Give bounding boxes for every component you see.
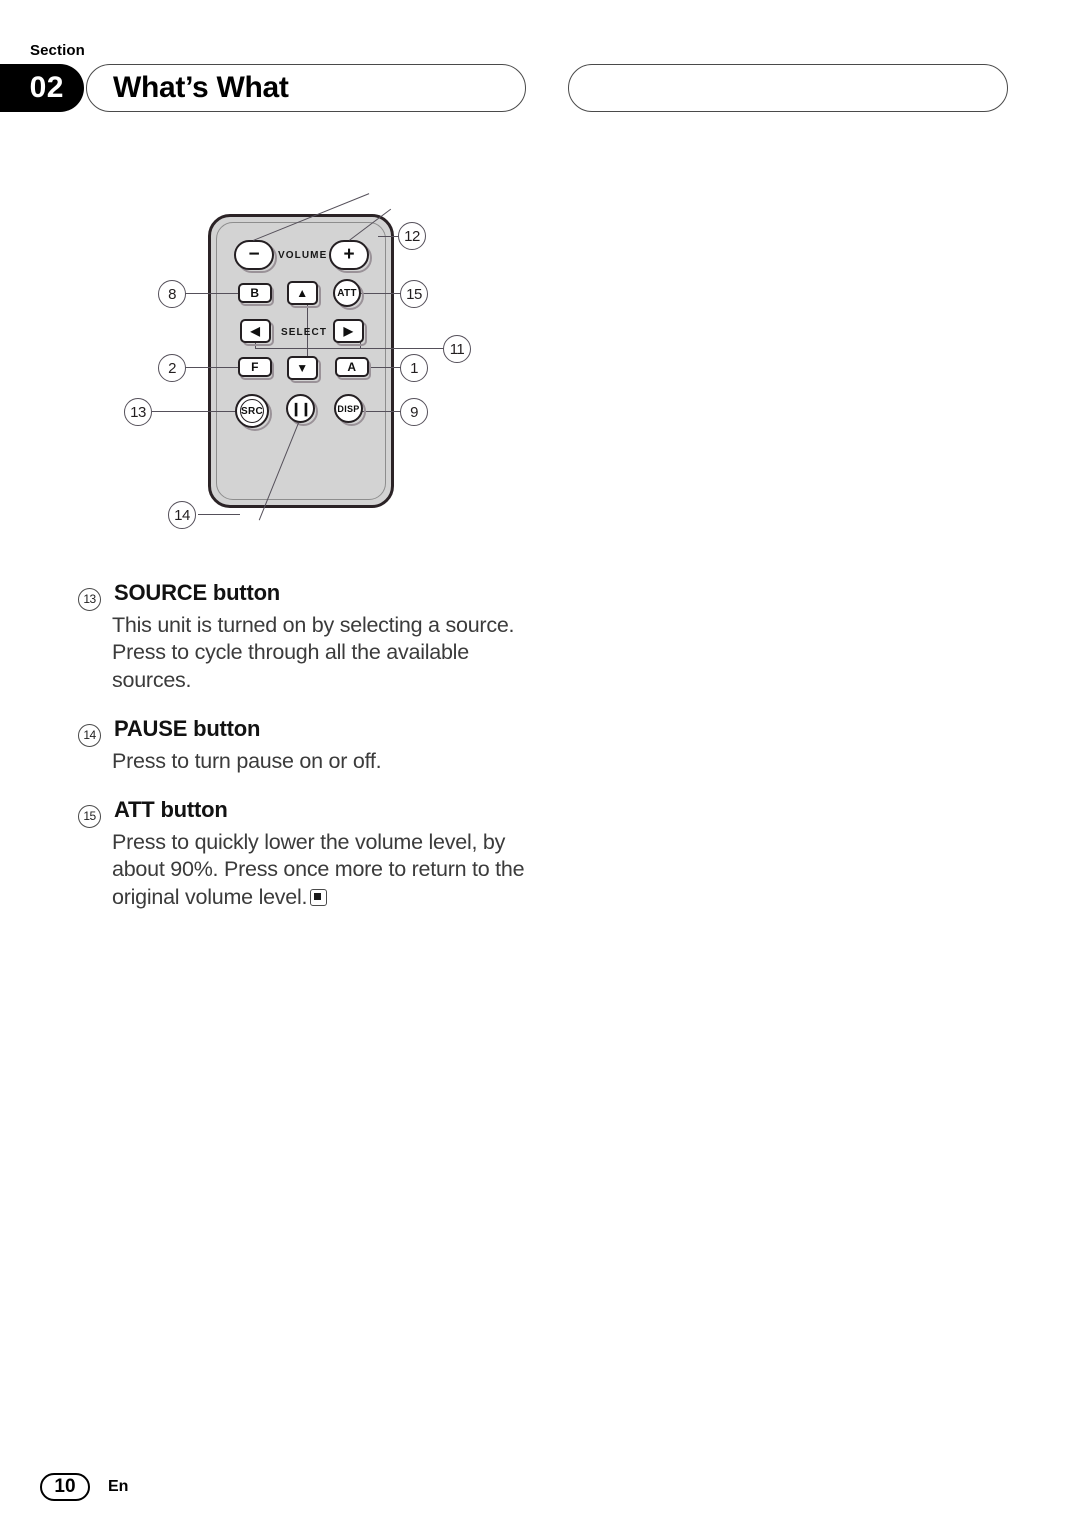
volume-plus-button[interactable]: + <box>329 240 369 270</box>
lead-13 <box>152 411 238 413</box>
src-button[interactable]: SRC <box>235 394 269 428</box>
callout-8: 8 <box>158 280 186 308</box>
section-number-tab: 02 <box>0 64 84 112</box>
callout-11: 11 <box>443 335 471 363</box>
entry-title: SOURCE button <box>114 580 281 605</box>
header-right-box <box>568 64 1008 112</box>
remote-control-figure: − VOLUME + B ▲ ATT ◀ SELECT ▶ F ▼ A SRC … <box>0 180 560 570</box>
att-button[interactable]: ATT <box>333 279 361 307</box>
lead-11-horiz <box>255 348 445 350</box>
src-inner-ring <box>240 399 264 423</box>
pause-button[interactable]: ❙❙ <box>286 394 315 423</box>
up-arrow-button[interactable]: ▲ <box>287 281 318 305</box>
section-label: Section <box>30 42 85 59</box>
page-header: Section 02 What’s What <box>0 0 1080 130</box>
left-arrow-button[interactable]: ◀ <box>240 319 271 343</box>
callout-2: 2 <box>158 354 186 382</box>
callout-14: 14 <box>168 501 196 529</box>
entry-description: Press to turn pause on or off. <box>112 748 382 773</box>
lead-8 <box>185 293 239 295</box>
page-footer: 10 En <box>40 1473 128 1501</box>
content-body: 13 SOURCE button This unit is turned on … <box>78 580 548 933</box>
entry-description: This unit is turned on by selecting a so… <box>112 612 515 692</box>
callout-13: 13 <box>124 398 152 426</box>
volume-label: VOLUME <box>278 250 328 261</box>
page-title: What’s What <box>86 64 526 112</box>
entry-number: 14 <box>78 723 101 747</box>
down-arrow-button[interactable]: ▼ <box>287 356 318 380</box>
entry-number: 15 <box>78 804 101 828</box>
end-of-section-marker <box>310 888 328 906</box>
entry-title: PAUSE button <box>114 716 261 741</box>
entry-description: Press to quickly lower the volume level,… <box>112 829 548 912</box>
entry-att-button: 15 ATT button Press to quickly lower the… <box>78 797 548 911</box>
language-code: En <box>108 1478 129 1495</box>
entry-number: 13 <box>78 587 101 611</box>
entry-header: 15 ATT button <box>78 797 548 828</box>
lead-2 <box>185 367 239 369</box>
callout-9: 9 <box>400 398 428 426</box>
entry-pause-button: 14 PAUSE button Press to turn pause on o… <box>78 716 548 775</box>
lead-15 <box>358 293 406 295</box>
select-label: SELECT <box>281 327 328 338</box>
lead-14 <box>198 514 240 516</box>
callout-1: 1 <box>400 354 428 382</box>
band-button[interactable]: B <box>238 283 272 303</box>
entry-title: ATT button <box>114 797 228 822</box>
audio-button[interactable]: A <box>335 357 369 377</box>
disp-button[interactable]: DISP <box>334 394 363 423</box>
right-arrow-button[interactable]: ▶ <box>333 319 364 343</box>
callout-12: 12 <box>398 222 426 250</box>
volume-minus-button[interactable]: − <box>234 240 274 270</box>
function-button[interactable]: F <box>238 357 272 377</box>
entry-header: 14 PAUSE button <box>78 716 548 747</box>
callout-15: 15 <box>400 280 428 308</box>
page-number: 10 <box>40 1473 90 1501</box>
entry-header: 13 SOURCE button <box>78 580 548 611</box>
entry-source-button: 13 SOURCE button This unit is turned on … <box>78 580 548 694</box>
